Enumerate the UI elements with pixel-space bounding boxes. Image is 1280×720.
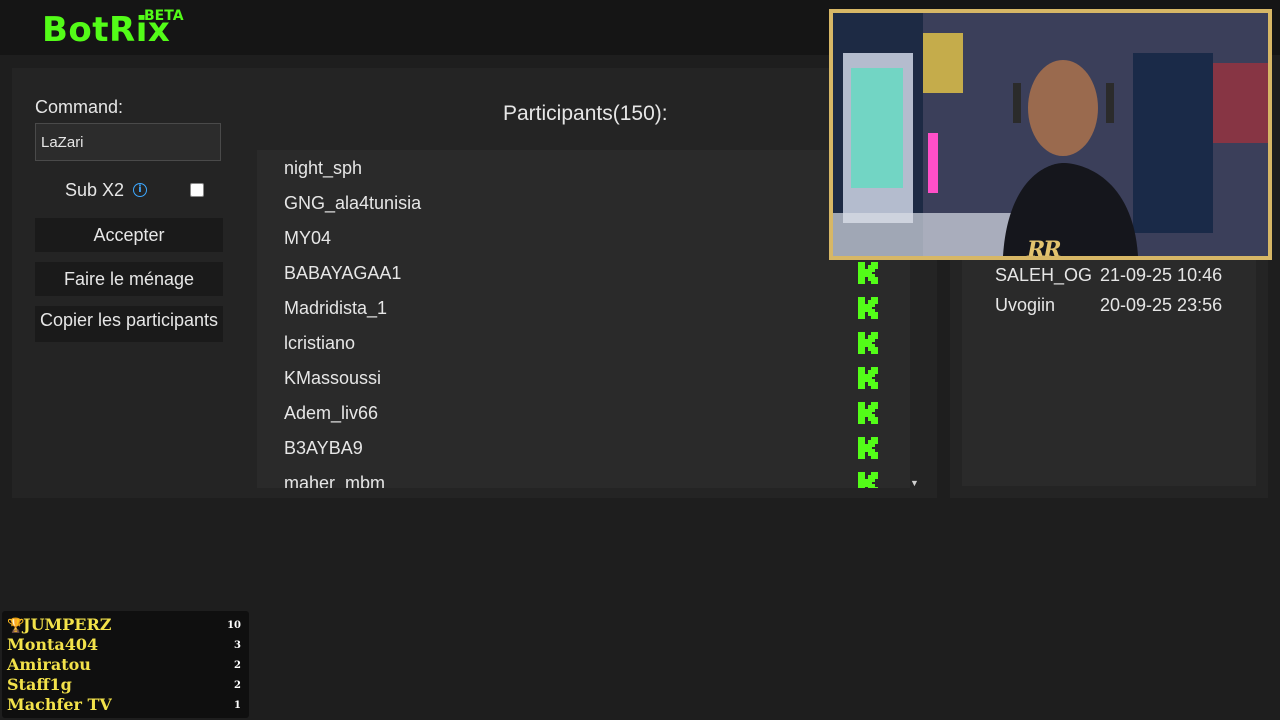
leaderboard-row: Staff1g 2 xyxy=(7,675,245,695)
participant-row[interactable]: lcristiano xyxy=(257,325,910,360)
leaderboard-score: 2 xyxy=(234,680,241,691)
leaderboard-name: Amiratou xyxy=(7,655,91,674)
accept-button[interactable]: Accepter xyxy=(35,218,223,252)
leaderboard-row: Monta404 3 xyxy=(7,635,245,655)
participant-name: night_sph xyxy=(284,158,363,178)
participant-row[interactable]: Adem_liv66 xyxy=(257,395,910,430)
winner-date: 20-09-25 23:56 xyxy=(1100,295,1223,315)
winner-row: Uvogiin 20-09-25 23:56 xyxy=(995,295,1235,319)
kick-icon xyxy=(858,367,878,389)
sub-x2-label: Sub X2 xyxy=(65,180,125,200)
participant-row[interactable]: MY04 xyxy=(257,220,910,255)
kick-icon xyxy=(858,437,878,459)
participants-list[interactable]: night_sph GNG_ala4tunisia MY04 BABAYAGAA1 Ma… xyxy=(257,150,910,488)
kick-icon xyxy=(858,332,878,354)
kick-icon xyxy=(858,402,878,424)
participant-name: KMassoussi xyxy=(284,368,382,388)
kick-icon xyxy=(858,472,878,488)
winner-name: Uvogiin xyxy=(995,295,1056,315)
participant-name: lcristiano xyxy=(284,333,356,353)
leaderboard-score: 3 xyxy=(234,640,241,651)
command-label: Command: xyxy=(35,97,124,117)
info-icon[interactable]: i xyxy=(133,183,147,197)
participants-title: Participants(150): xyxy=(503,102,668,125)
leaderboard-row: Machfer TV 1 xyxy=(7,695,245,715)
command-input[interactable] xyxy=(35,123,221,161)
sub-x2-row: Sub X2 i xyxy=(35,178,221,204)
leaderboard-name: Monta404 xyxy=(7,635,99,654)
participant-name: maher_mbm xyxy=(284,473,386,488)
participant-row[interactable]: maher_mbm xyxy=(257,465,910,488)
clean-button[interactable]: Faire le ménage xyxy=(35,262,223,296)
winner-row: SALEH_OG 21-09-25 10:46 xyxy=(995,265,1235,289)
streamer-logo: RR xyxy=(1027,237,1062,260)
webcam-feed xyxy=(833,13,1268,256)
participant-name: GNG_ala4tunisia xyxy=(284,193,422,213)
participant-name: Madridista_1 xyxy=(284,298,388,318)
leaderboard-name-text: JUMPERZ xyxy=(23,615,112,634)
kick-icon xyxy=(858,297,878,319)
winner-name: SALEH_OG xyxy=(995,265,1093,285)
leaderboard-score: 10 xyxy=(227,620,241,631)
participant-name: MY04 xyxy=(284,228,332,248)
leaderboard-row: Amiratou 2 xyxy=(7,655,245,675)
sub-x2-checkbox[interactable] xyxy=(190,183,204,197)
participant-row[interactable]: KMassoussi xyxy=(257,360,910,395)
participant-row[interactable]: Madridista_1 xyxy=(257,290,910,325)
participant-row[interactable]: B3AYBA9 xyxy=(257,430,910,465)
leaderboard-overlay: 🏆JUMPERZ 10 Monta404 3 Amiratou 2 Staff1… xyxy=(2,611,249,718)
leaderboard-score: 2 xyxy=(234,660,241,671)
webcam-overlay: RR xyxy=(829,9,1272,260)
leaderboard-row: 🏆JUMPERZ 10 xyxy=(7,615,245,635)
participant-row[interactable]: night_sph xyxy=(257,150,910,185)
participant-row[interactable]: BABAYAGAA1 xyxy=(257,255,910,290)
scroll-down-arrow[interactable]: ▼ xyxy=(910,478,919,488)
beta-badge: BETA xyxy=(144,8,184,24)
copy-participants-button[interactable]: Copier les participants xyxy=(35,306,223,342)
leaderboard-name: Machfer TV xyxy=(7,695,112,714)
leaderboard-score: 1 xyxy=(234,700,241,711)
participant-name: Adem_liv66 xyxy=(284,403,379,423)
kick-icon xyxy=(858,262,878,284)
participant-name: BABAYAGAA1 xyxy=(284,263,402,283)
participant-row[interactable]: GNG_ala4tunisia xyxy=(257,185,910,220)
trophy-icon: 🏆 xyxy=(7,618,25,634)
participant-name: B3AYBA9 xyxy=(284,438,363,458)
leaderboard-name: Staff1g xyxy=(7,675,72,694)
leaderboard-name: 🏆JUMPERZ xyxy=(7,615,111,634)
winner-date: 21-09-25 10:46 xyxy=(1100,265,1223,285)
